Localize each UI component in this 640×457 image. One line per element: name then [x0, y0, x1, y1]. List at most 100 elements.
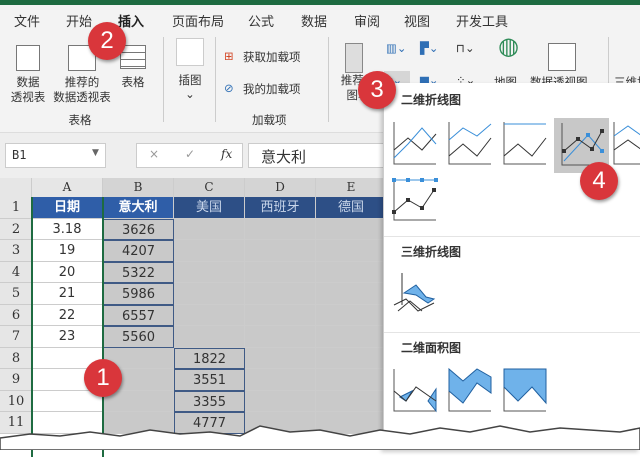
cell-E7[interactable] [316, 326, 387, 348]
tab-formulas[interactable]: 公式 [248, 11, 274, 30]
stacked-line-option[interactable] [447, 120, 495, 168]
cell-E5[interactable] [316, 283, 387, 305]
hierarchy-chart-icon[interactable]: ▛⌄ [420, 41, 438, 56]
cell-C2[interactable] [174, 218, 245, 240]
row-header-8[interactable]: 8 [0, 347, 32, 369]
cell-D7[interactable] [245, 326, 316, 348]
column-header-C[interactable]: C [174, 178, 245, 197]
cell-D9[interactable] [245, 369, 316, 391]
cell-E1[interactable]: 德国 [316, 197, 387, 219]
selection-border [31, 197, 33, 457]
cell-C6[interactable] [174, 304, 245, 326]
group-label-tables: 表格 [68, 113, 92, 127]
row-header-6[interactable]: 6 [0, 304, 32, 326]
cell-E8[interactable] [316, 347, 387, 369]
cell-D4[interactable] [245, 261, 316, 283]
cell-E6[interactable] [316, 304, 387, 326]
row-header-1[interactable]: 1 [0, 197, 32, 219]
select-all-corner[interactable] [0, 178, 32, 197]
cell-E10[interactable] [316, 390, 387, 412]
cancel-icon[interactable]: × [149, 147, 159, 161]
group-label-addins: 加载项 [252, 113, 287, 127]
formula-value: 意大利 [261, 148, 307, 166]
cell-D1[interactable]: 西班牙 [245, 197, 316, 219]
cell-A4[interactable]: 20 [32, 261, 103, 283]
cell-B5[interactable]: 5986 [103, 283, 174, 305]
cell-C3[interactable] [174, 240, 245, 262]
insert-function-icon[interactable]: fx [221, 147, 232, 161]
tab-file[interactable]: 文件 [14, 11, 40, 30]
3d-line-option[interactable] [392, 271, 440, 319]
row-header-10[interactable]: 10 [0, 390, 32, 412]
illustrations-button[interactable]: 插图 [170, 73, 210, 88]
cell-C9[interactable]: 3551 [174, 369, 245, 391]
row-header-7[interactable]: 7 [0, 326, 32, 348]
table-button[interactable]: 表格 [114, 75, 152, 90]
row-header-2[interactable]: 2 [0, 218, 32, 240]
pivot-table-icon [16, 45, 40, 71]
tab-page-layout[interactable]: 页面布局 [172, 11, 224, 30]
pivot-table-button[interactable]: 数据 透视表 [4, 75, 52, 105]
cell-B2[interactable]: 3626 [103, 218, 174, 240]
cell-B3[interactable]: 4207 [103, 240, 174, 262]
tab-review[interactable]: 审阅 [354, 11, 380, 30]
step-badge-4: 4 [580, 162, 618, 200]
column-header-D[interactable]: D [245, 178, 316, 197]
column-header-B[interactable]: B [103, 178, 174, 197]
get-addins-button[interactable]: 获取加载项 [243, 50, 301, 65]
tab-insert[interactable]: 插入 [118, 11, 145, 35]
area-chart-option[interactable] [392, 367, 440, 415]
cell-E3[interactable] [316, 240, 387, 262]
cell-B7[interactable]: 5560 [103, 326, 174, 348]
my-addins-button[interactable]: 我的加载项 [243, 82, 301, 97]
cell-C7[interactable] [174, 326, 245, 348]
cell-A1[interactable]: 日期 [32, 197, 103, 219]
cell-C10[interactable]: 3355 [174, 390, 245, 412]
cell-E9[interactable] [316, 369, 387, 391]
tab-view[interactable]: 视图 [404, 11, 430, 30]
cell-A3[interactable]: 19 [32, 240, 103, 262]
row-header-3[interactable]: 3 [0, 240, 32, 262]
spreadsheet-grid[interactable]: A B C D E 1 日期 意大利 美国 西班牙 德国 2 3.18 3626 3 19 4207 4 20 532… [0, 178, 387, 457]
row-header-4[interactable]: 4 [0, 261, 32, 283]
cell-A7[interactable]: 23 [32, 326, 103, 348]
cell-A5[interactable]: 21 [32, 283, 103, 305]
cell-B1[interactable]: 意大利 [103, 197, 174, 219]
tab-developer[interactable]: 开发工具 [456, 11, 508, 30]
tab-home[interactable]: 开始 [66, 11, 92, 30]
cell-E2[interactable] [316, 218, 387, 240]
row-header-5[interactable]: 5 [0, 283, 32, 305]
cell-D6[interactable] [245, 304, 316, 326]
cell-C4[interactable] [174, 261, 245, 283]
cell-B4[interactable]: 5322 [103, 261, 174, 283]
stacked-line-markers-option[interactable] [612, 120, 640, 168]
recommended-pivot-button[interactable]: 推荐的 数据透视表 [50, 75, 114, 105]
cell-D3[interactable] [245, 240, 316, 262]
line-chart-option[interactable] [392, 120, 440, 168]
cell-A6[interactable]: 22 [32, 304, 103, 326]
chevron-down-icon: ▼ [92, 148, 99, 158]
stacked-area-option[interactable] [447, 367, 495, 415]
100-stacked-area-option[interactable] [502, 367, 550, 415]
cell-B6[interactable]: 6557 [103, 304, 174, 326]
cell-C1[interactable]: 美国 [174, 197, 245, 219]
name-box[interactable]: B1 ▼ [5, 143, 106, 168]
cell-D8[interactable] [245, 347, 316, 369]
column-header-E[interactable]: E [316, 178, 387, 197]
cell-A2[interactable]: 3.18 [32, 218, 103, 240]
cell-D10[interactable] [245, 390, 316, 412]
cell-D2[interactable] [245, 218, 316, 240]
column-chart-icon[interactable]: ▥⌄ [386, 41, 407, 56]
tab-data[interactable]: 数据 [301, 11, 327, 30]
row-header-9[interactable]: 9 [0, 369, 32, 391]
column-header-A[interactable]: A [32, 178, 103, 197]
enter-icon[interactable]: ✓ [185, 147, 195, 161]
cell-D5[interactable] [245, 283, 316, 305]
cell-C5[interactable] [174, 283, 245, 305]
cell-C8[interactable]: 1822 [174, 347, 245, 369]
waterfall-chart-icon[interactable]: ⊓⌄ [456, 41, 475, 56]
100-stacked-line-markers-option[interactable] [392, 176, 440, 224]
100-stacked-line-option[interactable] [502, 120, 550, 168]
my-addins-icon: ⊘ [224, 81, 234, 95]
cell-E4[interactable] [316, 261, 387, 283]
